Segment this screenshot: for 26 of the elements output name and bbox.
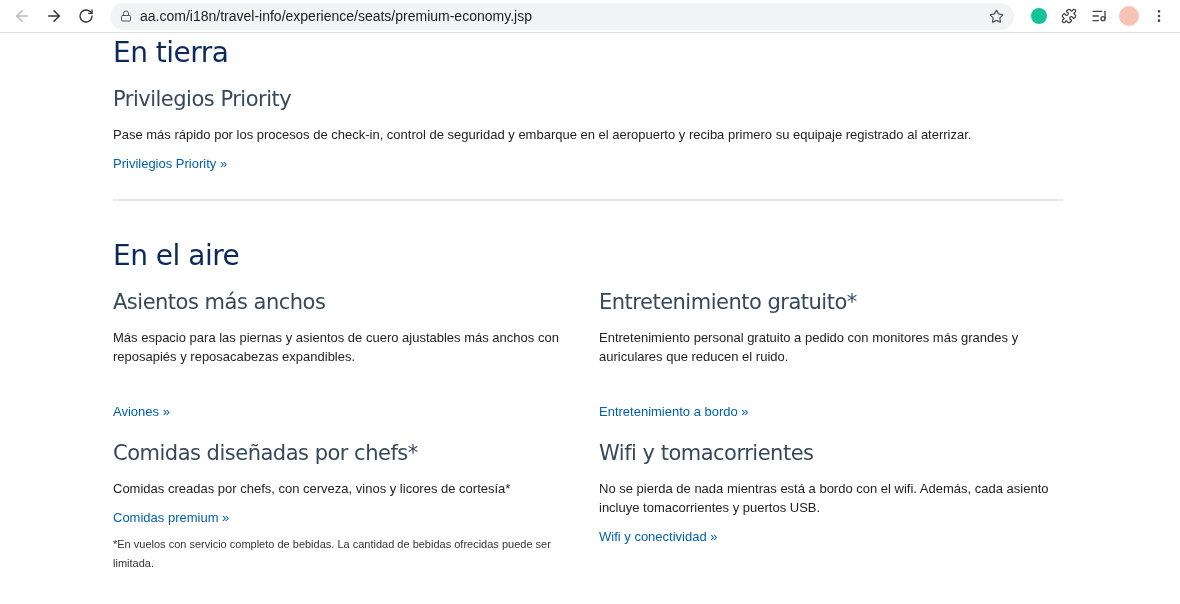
footnote-text: *En vuelos con servicio completo de bebidas. La cantidad de bebidas ofrecidas puede ser limitada. — [113, 537, 552, 571]
feature-link[interactable]: Comidas premium » — [113, 508, 230, 527]
feature-description: Pase más rápido por los procesos de check-in, control de seguridad y embarque en el aeropuerto y reciba primero su equipaje registrado al aterrizar. — [113, 126, 973, 144]
feature-heading: Entretenimiento gratuito* — [599, 290, 858, 314]
section-heading: En el aire — [113, 239, 241, 272]
feature-heading: Comidas diseñadas por chefs* — [113, 441, 419, 465]
feature-heading: Wifi y tomacorrientes — [599, 441, 815, 465]
address-bar[interactable]: aa.com/i18n/travel-info/experience/seats/premium-economy.jsp — [110, 2, 1014, 30]
reload-icon[interactable] — [78, 8, 94, 24]
feature-description: Más espacio para las piernas y asientos de cuero ajustables más anchos con reposapiés y reposacabezas expandibles. — [113, 329, 560, 366]
feature-heading: Privilegios Priority — [113, 87, 293, 111]
feature-link[interactable]: Privilegios Priority » — [113, 154, 228, 173]
feature-link[interactable]: Wifi y conectividad » — [599, 527, 718, 546]
lock-icon — [120, 10, 132, 22]
url-text: aa.com/i18n/travel-info/experience/seats/premium-economy.jsp — [140, 8, 533, 24]
forward-arrow-icon[interactable] — [45, 7, 63, 25]
star-icon[interactable] — [989, 8, 1004, 24]
feature-description: No se pierda de nada mientras está a bordo con el wifi. Además, cada asiento incluye tomacorrientes y puertos USB. — [599, 480, 1050, 517]
feature-heading: Asientos más anchos — [113, 290, 327, 314]
feature-link[interactable]: Entretenimiento a bordo » — [599, 402, 749, 421]
feature-description: Comidas creadas por chefs, con cerveza, vinos y licores de cortesía* — [113, 480, 512, 498]
puzzle-icon[interactable] — [1061, 8, 1077, 24]
feature-link[interactable]: Aviones » — [113, 402, 170, 421]
media-icon[interactable] — [1091, 8, 1107, 24]
section-heading: En tierra — [113, 36, 230, 69]
feature-description: Entretenimiento personal gratuito a pedido con monitores más grandes y auriculares que reducen el ruido. — [599, 329, 1020, 366]
